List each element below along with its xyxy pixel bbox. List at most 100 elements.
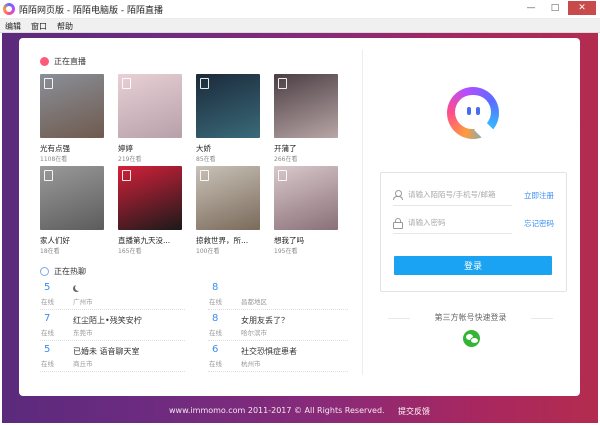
account-input[interactable]: [408, 189, 508, 199]
app-window: 陌陌网页版 - 陌陌电脑版 - 陌陌直播 — □ ✕ 编辑 窗口 帮助 正在直播…: [0, 0, 600, 425]
user-icon: [393, 189, 403, 200]
momo-app-icon: [3, 3, 15, 15]
login-form: 立即注册 忘记密码 登录: [380, 172, 567, 292]
room-title-text: 红尘陌上•残笑安柠: [73, 316, 142, 325]
online-label: 在线: [41, 329, 54, 337]
feedback-link[interactable]: 提交反馈: [398, 406, 430, 417]
online-count: 5: [44, 344, 51, 355]
logo-face: [455, 95, 491, 129]
room-title-text: 女朋友丢了？: [241, 316, 289, 325]
live-section-heading: 正在直播: [40, 56, 86, 67]
window-title: 陌陌网页版 - 陌陌电脑版 - 陌陌直播: [19, 6, 163, 16]
minimize-button[interactable]: —: [520, 1, 542, 15]
moon-icon: [75, 284, 82, 291]
chat-room-item[interactable]: 7 在线 红尘陌上•残笑安柠 东莞市: [40, 311, 185, 341]
room-title: 女朋友丢了？: [241, 315, 289, 326]
live-badge-icon: [278, 78, 287, 89]
room-title-text: 社交恐惧症患者: [241, 347, 297, 356]
online-label: 在线: [41, 360, 54, 368]
online-label: 在线: [209, 298, 222, 306]
room-location: 杭州市: [241, 360, 261, 368]
room-title-text: 已婚未 语音聊天室: [73, 347, 140, 356]
live-viewer-count: 85在看: [196, 156, 216, 163]
live-thumbnail[interactable]: [118, 166, 182, 230]
live-title[interactable]: 开蒲了: [274, 143, 344, 154]
live-title[interactable]: 掠救世界，所...: [196, 235, 266, 246]
online-count: 6: [212, 344, 219, 355]
login-button[interactable]: 登录: [394, 256, 552, 275]
live-title[interactable]: 想我了吗: [274, 235, 344, 246]
logo-eye-right: [476, 107, 480, 115]
online-count: 7: [44, 313, 51, 324]
online-count: 8: [212, 313, 219, 324]
live-badge-icon: [200, 170, 209, 181]
menu-edit[interactable]: 编辑: [0, 19, 26, 32]
live-thumbnail[interactable]: [274, 74, 338, 138]
live-thumbnail[interactable]: [196, 74, 260, 138]
online-label: 在线: [41, 298, 54, 306]
menu-help[interactable]: 帮助: [52, 19, 78, 32]
live-viewer-count: 18在看: [40, 248, 60, 255]
maximize-button[interactable]: □: [544, 1, 566, 15]
live-title[interactable]: 婷婷: [118, 143, 188, 154]
chat-room-item[interactable]: 8 在线 女朋友丢了？ 哈尔滨市: [208, 311, 348, 341]
chat-section-heading: 正在热聊: [40, 266, 86, 277]
menu-bar: 编辑 窗口 帮助: [0, 19, 600, 33]
live-thumbnail[interactable]: [40, 74, 104, 138]
flame-icon: [40, 57, 49, 66]
chat-room-item[interactable]: 6 在线 社交恐惧症患者 杭州市: [208, 342, 348, 372]
forgot-password-link[interactable]: 忘记密码: [524, 218, 554, 229]
live-viewer-count: 219在看: [118, 156, 142, 163]
footer: www.immomo.com 2011-2017 © All Rights Re…: [0, 404, 600, 418]
live-badge-icon: [122, 170, 131, 181]
live-badge-icon: [122, 78, 131, 89]
live-viewer-count: 100在看: [196, 248, 220, 255]
window-controls: — □ ✕: [520, 1, 596, 15]
chat-bubble-icon: [40, 267, 49, 276]
live-badge-icon: [44, 78, 53, 89]
live-title[interactable]: 家人们好: [40, 235, 110, 246]
live-title[interactable]: 直播第九天没...: [118, 235, 188, 246]
wechat-login-icon[interactable]: [463, 330, 480, 347]
live-thumbnail[interactable]: [274, 166, 338, 230]
room-title: [73, 284, 82, 293]
live-thumbnail[interactable]: [118, 74, 182, 138]
lock-icon: [393, 217, 403, 229]
online-label: 在线: [209, 329, 222, 337]
room-title: 社交恐惧症患者: [241, 346, 297, 357]
password-field[interactable]: [393, 211, 512, 234]
live-badge-icon: [278, 170, 287, 181]
room-location: 广州市: [73, 298, 93, 306]
room-location: 东莞市: [73, 329, 93, 337]
live-heading-text: 正在直播: [54, 57, 86, 66]
room-location: 昌都地区: [241, 298, 267, 306]
room-location: 哈尔滨市: [241, 329, 267, 337]
room-title: 已婚未 语音聊天室: [73, 346, 140, 357]
online-count: 8: [212, 282, 219, 293]
panel-divider: [362, 50, 363, 375]
room-location: 商丘市: [73, 360, 93, 368]
chat-room-item[interactable]: 5 在线 广州市: [40, 280, 185, 310]
live-viewer-count: 1108在看: [40, 156, 68, 163]
copyright-text: www.immomo.com 2011-2017 © All Rights Re…: [169, 406, 385, 415]
live-thumbnail[interactable]: [196, 166, 260, 230]
chat-heading-text: 正在热聊: [54, 267, 86, 276]
live-badge-icon: [200, 78, 209, 89]
chat-room-item[interactable]: 8 在线 昌都地区: [208, 280, 348, 310]
online-label: 在线: [209, 360, 222, 368]
live-title[interactable]: 大娇: [196, 143, 266, 154]
third-party-login-label: 第三方帐号快速登录: [388, 312, 553, 323]
chat-room-item[interactable]: 5 在线 已婚未 语音聊天室 商丘市: [40, 342, 185, 372]
title-bar: 陌陌网页版 - 陌陌电脑版 - 陌陌直播 — □ ✕: [0, 0, 600, 19]
register-link[interactable]: 立即注册: [524, 190, 554, 201]
live-viewer-count: 266在看: [274, 156, 298, 163]
live-thumbnail[interactable]: [40, 166, 104, 230]
live-viewer-count: 165在看: [118, 248, 142, 255]
online-count: 5: [44, 282, 51, 293]
room-title: 红尘陌上•残笑安柠: [73, 315, 142, 326]
password-input[interactable]: [408, 217, 508, 227]
close-button[interactable]: ✕: [568, 1, 596, 15]
menu-window[interactable]: 窗口: [26, 19, 52, 32]
live-title[interactable]: 光有点强: [40, 143, 110, 154]
account-field[interactable]: [393, 183, 512, 206]
